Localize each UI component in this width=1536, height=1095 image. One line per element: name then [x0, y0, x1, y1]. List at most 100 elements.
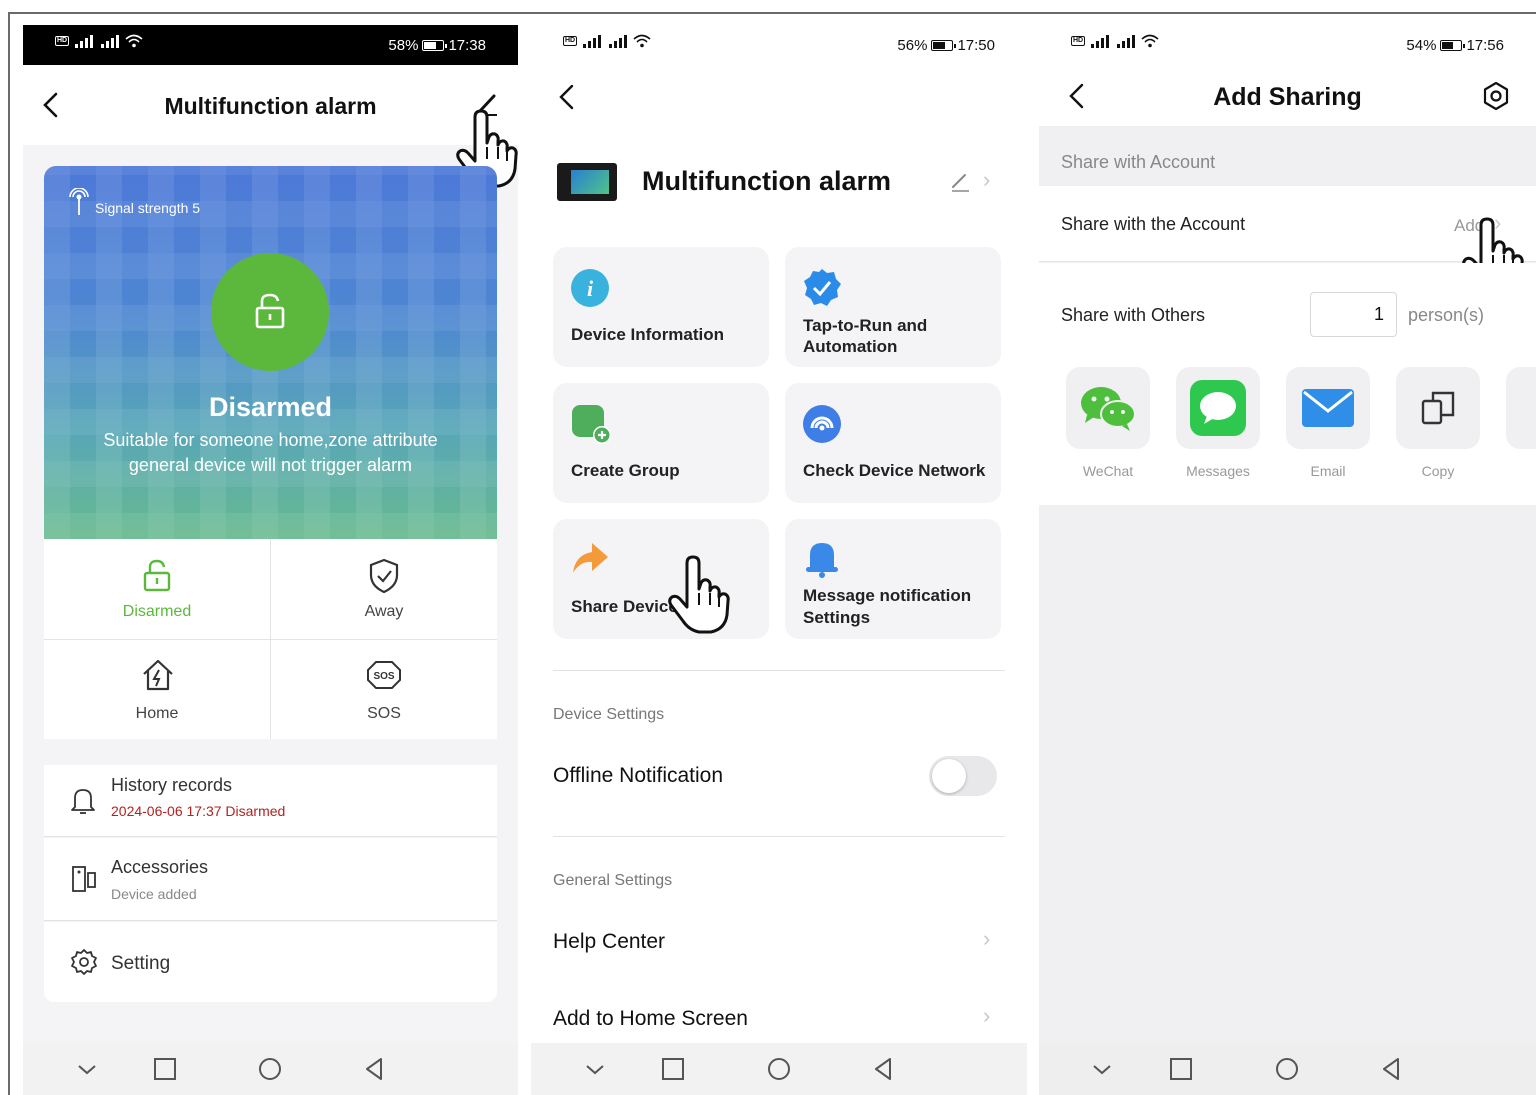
offline-notification-toggle[interactable]: [929, 756, 997, 796]
tile-share-device[interactable]: Share Device: [553, 519, 769, 639]
tile-device-information[interactable]: i Device Information: [553, 247, 769, 367]
accessories-title: Accessories: [111, 857, 209, 877]
history-title: History records: [111, 775, 233, 795]
info-icon: i: [571, 269, 609, 307]
mode-disarmed[interactable]: Disarmed: [44, 539, 270, 639]
battery-time: 54% 17:56: [1406, 37, 1504, 54]
svg-text:i: i: [587, 276, 594, 301]
nav-collapse-icon[interactable]: [581, 1055, 609, 1083]
status-bar: HD 56% 17:50: [531, 25, 1027, 65]
edit-pencil-icon[interactable]: [949, 170, 971, 192]
nav-home-icon[interactable]: [256, 1055, 284, 1083]
wifi-icon: [1141, 34, 1159, 48]
share-target-email[interactable]: Email: [1286, 367, 1370, 483]
wifi-icon: [633, 34, 651, 48]
setting-row[interactable]: Setting: [44, 922, 497, 1002]
battery-icon: [422, 40, 448, 51]
tile-message-notification[interactable]: Message notification Settings: [785, 519, 1001, 639]
cell-signal-icon: [583, 35, 602, 48]
mode-sos[interactable]: SOS SOS: [271, 640, 497, 739]
device-screen: [571, 170, 609, 194]
svg-text:SOS: SOS: [373, 671, 394, 682]
home-icon: [143, 659, 173, 691]
tile-label: Create Group: [571, 461, 680, 480]
help-center-row[interactable]: Help Center ›: [553, 920, 1005, 964]
cell-signal-icon: [1117, 35, 1136, 48]
share-arrow-icon: [573, 543, 608, 573]
add-to-home-row[interactable]: Add to Home Screen ›: [553, 997, 1005, 1041]
chevron-right-icon: ›: [983, 1003, 991, 1028]
signal-strength-label: Signal strength 5: [95, 200, 201, 216]
mode-away[interactable]: Away: [271, 539, 497, 639]
system-nav-bar: [1039, 1043, 1536, 1095]
share-target-more[interactable]: [1506, 367, 1536, 449]
share-target-copy[interactable]: Copy: [1396, 367, 1480, 483]
tile-create-group[interactable]: Create Group: [553, 383, 769, 503]
disarmed-status-circle[interactable]: [211, 253, 329, 371]
network-icon: [803, 405, 841, 443]
signal-antenna-icon: [69, 188, 89, 215]
cell-signal-icon: [101, 35, 120, 48]
nav-back-icon[interactable]: [870, 1055, 898, 1083]
pointing-hand-icon: [668, 555, 730, 634]
nav-back-icon[interactable]: [361, 1055, 389, 1083]
divider: [553, 670, 1005, 671]
mode-home[interactable]: Home: [44, 640, 270, 739]
bell-icon: [71, 789, 95, 814]
shield-check-icon: [369, 558, 399, 594]
check-badge-icon: [804, 269, 841, 306]
accessories-subtitle: Device added: [111, 886, 197, 902]
status-bar: HD 58% 17:38: [23, 25, 518, 65]
wifi-icon: [125, 34, 143, 48]
share-account-label: Share with the Account: [1061, 214, 1246, 234]
section-header-general-settings: General Settings: [553, 872, 673, 889]
settings-hex-icon[interactable]: [1481, 81, 1511, 111]
status-bar: HD 54% 17:56: [1039, 25, 1536, 65]
battery-percent: 54%: [1406, 37, 1437, 54]
hd-icon: HD: [563, 36, 578, 46]
setting-title: Setting: [111, 953, 171, 974]
unlock-icon: [143, 559, 171, 592]
nav-recents-icon[interactable]: [659, 1055, 687, 1083]
tile-label: Tap-to-Run and Automation: [803, 316, 928, 356]
battery-time: 58% 17:38: [388, 37, 486, 54]
tile-label: Device Information: [571, 325, 725, 344]
device-thumbnail: [557, 163, 617, 201]
nav-back-icon[interactable]: [1378, 1055, 1406, 1083]
mode-label-disarmed: Disarmed: [122, 603, 192, 620]
nav-home-icon[interactable]: [765, 1055, 793, 1083]
nav-home-icon[interactable]: [1273, 1055, 1301, 1083]
chevron-right-icon[interactable]: ›: [983, 167, 990, 193]
bell-icon: [806, 543, 838, 578]
share-others-label: Share with Others: [1061, 305, 1206, 325]
email-icon: [1302, 389, 1354, 427]
nav-recents-icon[interactable]: [1167, 1055, 1195, 1083]
share-target-messages[interactable]: Messages: [1176, 367, 1260, 483]
create-group-icon: [572, 405, 611, 444]
tile-check-device-network[interactable]: Check Device Network: [785, 383, 1001, 503]
nav-recents-icon[interactable]: [151, 1055, 179, 1083]
person-unit-label: person(s): [1408, 305, 1485, 325]
share-target-label: Messages: [1186, 463, 1250, 479]
battery-time: 56% 17:50: [897, 37, 995, 54]
mode-label-sos: SOS: [367, 705, 401, 722]
person-count-input[interactable]: 1: [1310, 292, 1397, 337]
nav-collapse-icon[interactable]: [1088, 1055, 1116, 1083]
hd-icon: HD: [55, 36, 70, 46]
tile-label: Message notification Settings: [803, 586, 972, 627]
help-center-label: Help Center: [553, 930, 666, 953]
share-target-wechat[interactable]: WeChat: [1066, 367, 1150, 483]
add-to-home-label: Add to Home Screen: [553, 1007, 748, 1030]
nav-collapse-icon[interactable]: [73, 1055, 101, 1083]
sos-icon: SOS: [367, 661, 401, 689]
cell-signal-icon: [609, 35, 628, 48]
back-chevron-icon[interactable]: [557, 83, 577, 111]
tile-tap-to-run[interactable]: Tap-to-Run and Automation: [785, 247, 1001, 367]
offline-notification-label: Offline Notification: [553, 764, 724, 787]
history-records-row[interactable]: History records 2024-06-06 17:37 Disarme…: [44, 765, 497, 837]
section-header-share-account: Share with Account: [1061, 152, 1216, 172]
battery-icon: [931, 40, 957, 51]
accessories-row[interactable]: Accessories Device added: [44, 838, 497, 921]
battery-percent: 56%: [897, 37, 928, 54]
clock: 17:50: [957, 37, 995, 54]
